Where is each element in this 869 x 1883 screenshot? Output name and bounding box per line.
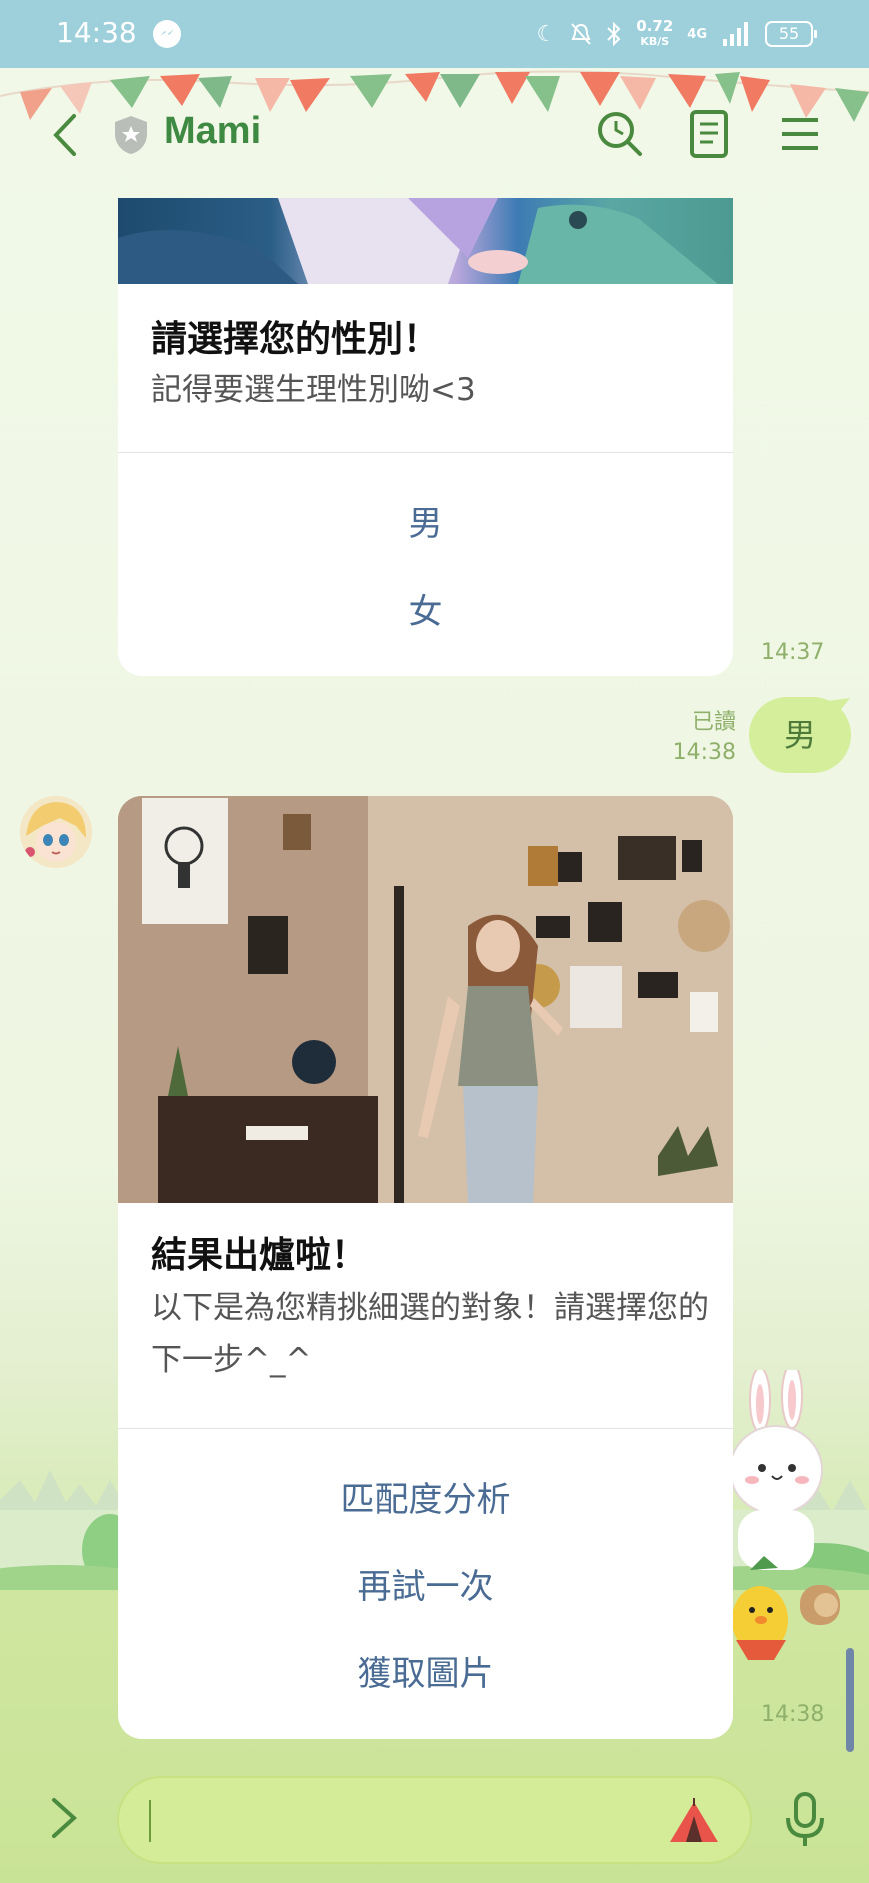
card-title: 結果出爐啦！: [151, 1235, 368, 1276]
card-subtitle: 以下是為您精挑細選的對象！請選擇您的下一步^_^: [151, 1290, 709, 1378]
avatar[interactable]: [20, 796, 92, 868]
status-time: 14:38: [56, 16, 137, 49]
action-female-button[interactable]: 女: [118, 582, 733, 642]
network-speed: 0.72 KB/S: [636, 19, 673, 49]
microphone-button[interactable]: [782, 1790, 828, 1850]
moon-icon: ☾: [536, 21, 557, 47]
match-analysis-button[interactable]: 匹配度分析: [118, 1470, 733, 1530]
result-card: 結果出爐啦！ 以下是為您精挑細選的對象！請選擇您的下一步^_^ 匹配度分析 再試…: [118, 796, 733, 1739]
status-bar: 14:38 ☾ 0.72 KB/S 4G 55: [0, 0, 869, 68]
get-image-button[interactable]: 獲取圖片: [118, 1644, 733, 1704]
bluetooth-icon: [607, 21, 621, 47]
search-clock-button[interactable]: [594, 108, 646, 160]
status-icons: ☾ 0.72 KB/S 4G 55: [536, 18, 817, 50]
avatar-illustration: [20, 796, 92, 868]
tent-icon[interactable]: [668, 1798, 720, 1844]
try-again-button[interactable]: 再試一次: [118, 1557, 733, 1617]
anime-illustration: [118, 198, 718, 284]
card-anime-image: [118, 198, 733, 284]
network-speed-value: 0.72: [636, 17, 674, 35]
chat-scrollbar[interactable]: [846, 1648, 854, 1752]
network-type: 4G: [687, 26, 707, 42]
battery-indicator: 55: [765, 21, 817, 47]
menu-button[interactable]: [774, 108, 826, 160]
shield-icon: [115, 116, 147, 154]
card-divider: [118, 452, 733, 453]
mute-bell-icon: [571, 23, 592, 45]
card-title: 請選擇您的性別！: [151, 319, 440, 360]
bunny-sticker-decoration: [730, 1370, 840, 1660]
read-receipt: 已讀 14:38: [660, 708, 736, 768]
card-divider: [118, 1428, 733, 1429]
gender-select-card: 請選擇您的性別！ 記得要選生理性別呦<3 男 女: [118, 198, 733, 676]
signal-icon: [723, 22, 748, 46]
bubble-tail: [820, 698, 850, 724]
expand-button[interactable]: [48, 1796, 80, 1840]
message-input[interactable]: [117, 1776, 752, 1864]
read-label: 已讀: [691, 710, 736, 735]
chat-title: Mami: [164, 110, 262, 152]
room-photo: [118, 796, 733, 1203]
network-speed-unit: KB/S: [640, 35, 670, 48]
notes-button[interactable]: [683, 108, 735, 160]
message-time: 14:38: [761, 1702, 825, 1727]
card-photo: [118, 796, 733, 1203]
back-button[interactable]: [46, 110, 86, 160]
action-male-button[interactable]: 男: [118, 494, 733, 554]
card-subtitle: 記得要選生理性別呦<3: [151, 372, 476, 408]
text-caret: [149, 1800, 151, 1842]
chat-header: Mami: [0, 96, 869, 176]
reply-time: 14:38: [672, 740, 736, 765]
message-time: 14:37: [761, 640, 825, 665]
messenger-icon: [153, 20, 181, 48]
